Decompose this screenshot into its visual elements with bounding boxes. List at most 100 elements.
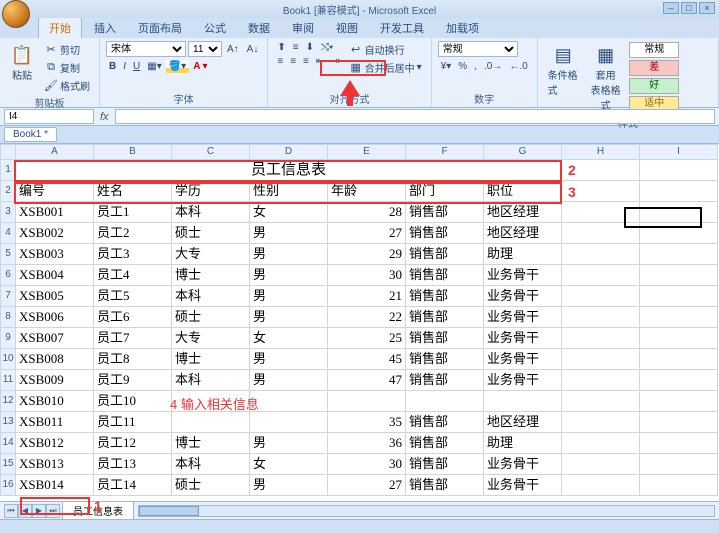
cell[interactable]: 29 [328, 244, 406, 265]
row-head-1[interactable]: 1 [0, 160, 16, 181]
formula-bar[interactable] [115, 109, 715, 124]
cell[interactable]: 销售部 [406, 328, 484, 349]
cell[interactable]: XSB006 [16, 307, 94, 328]
cell[interactable]: 性别 [250, 181, 328, 202]
cell[interactable]: XSB013 [16, 454, 94, 475]
cell[interactable]: 硕士 [172, 475, 250, 496]
percent-button[interactable]: % [455, 60, 470, 73]
cell[interactable]: XSB002 [16, 223, 94, 244]
paste-button[interactable]: 📋 粘贴 [6, 41, 38, 84]
cell[interactable]: 30 [328, 265, 406, 286]
cell[interactable]: XSB014 [16, 475, 94, 496]
fx-icon[interactable]: fx [100, 111, 109, 123]
cell[interactable] [562, 412, 640, 433]
col-head-B[interactable]: B [94, 144, 172, 160]
style-good[interactable]: 好 [629, 78, 679, 94]
cell[interactable]: 男 [250, 244, 328, 265]
cell[interactable]: XSB003 [16, 244, 94, 265]
cell[interactable]: 本科 [172, 286, 250, 307]
cell[interactable] [562, 370, 640, 391]
align-middle-button[interactable]: ≡ [290, 41, 302, 54]
orientation-button[interactable]: ⤭▾ [318, 41, 336, 54]
cell[interactable]: 男 [250, 223, 328, 244]
cell[interactable]: 男 [250, 349, 328, 370]
indent-dec-button[interactable]: ⇤ [313, 55, 327, 68]
cell[interactable]: 销售部 [406, 286, 484, 307]
cell[interactable]: XSB011 [16, 412, 94, 433]
cell[interactable] [640, 433, 718, 454]
underline-button[interactable]: U [130, 60, 143, 73]
cell[interactable] [172, 412, 250, 433]
cell[interactable]: 编号 [16, 181, 94, 202]
cell[interactable]: 硕士 [172, 307, 250, 328]
cell[interactable]: 业务骨干 [484, 454, 562, 475]
cell[interactable] [640, 328, 718, 349]
cell[interactable] [640, 181, 718, 202]
cell[interactable]: 销售部 [406, 202, 484, 223]
row-head-9[interactable]: 9 [0, 328, 16, 349]
cell[interactable]: 职位 [484, 181, 562, 202]
grid-area[interactable]: ABCDEFGHI 12345678910111213141516 员工信息表编… [0, 144, 719, 504]
cell[interactable]: 学历 [172, 181, 250, 202]
cell[interactable] [640, 286, 718, 307]
cell[interactable]: 男 [250, 265, 328, 286]
cell[interactable]: 销售部 [406, 370, 484, 391]
cell[interactable]: 地区经理 [484, 412, 562, 433]
fill-color-button[interactable]: 🪣▾ [166, 60, 189, 73]
row-head-2[interactable]: 2 [0, 181, 16, 202]
currency-button[interactable]: ¥▾ [438, 60, 455, 73]
cell[interactable]: 30 [328, 454, 406, 475]
col-head-E[interactable]: E [328, 144, 406, 160]
format-painter-button[interactable]: 🖌格式刷 [41, 77, 93, 94]
grow-font-button[interactable]: A↑ [224, 41, 242, 57]
cell[interactable]: 员工13 [94, 454, 172, 475]
cell[interactable]: 27 [328, 223, 406, 244]
cell[interactable]: 员工7 [94, 328, 172, 349]
cell[interactable]: 销售部 [406, 265, 484, 286]
tab-home[interactable]: 开始 [38, 17, 82, 38]
row-head-3[interactable]: 3 [0, 202, 16, 223]
cell[interactable]: XSB010 [16, 391, 94, 412]
cell[interactable]: XSB001 [16, 202, 94, 223]
cell[interactable]: 员工8 [94, 349, 172, 370]
italic-button[interactable]: I [120, 60, 129, 73]
minimize-button[interactable]: – [663, 2, 679, 14]
cell[interactable] [562, 349, 640, 370]
cell[interactable]: 硕士 [172, 223, 250, 244]
cell[interactable]: 本科 [172, 370, 250, 391]
cell[interactable]: 27 [328, 475, 406, 496]
align-center-button[interactable]: ≡ [287, 55, 299, 68]
cell[interactable] [406, 391, 484, 412]
cell[interactable]: 销售部 [406, 475, 484, 496]
cell[interactable]: 本科 [172, 202, 250, 223]
col-head-G[interactable]: G [484, 144, 562, 160]
shrink-font-button[interactable]: A↓ [244, 41, 262, 57]
border-button[interactable]: ▦▾ [144, 60, 164, 73]
cell[interactable]: 员工14 [94, 475, 172, 496]
cell[interactable]: 销售部 [406, 349, 484, 370]
cell[interactable] [562, 475, 640, 496]
row-head-10[interactable]: 10 [0, 349, 16, 370]
cell[interactable]: 28 [328, 202, 406, 223]
row-head-4[interactable]: 4 [0, 223, 16, 244]
row-head-15[interactable]: 15 [0, 454, 16, 475]
scrollbar-thumb[interactable] [139, 506, 199, 516]
tab-review[interactable]: 审阅 [282, 18, 324, 38]
maximize-button[interactable]: □ [681, 2, 697, 14]
cell[interactable]: 22 [328, 307, 406, 328]
cell[interactable] [640, 244, 718, 265]
align-bottom-button[interactable]: ⬇ [303, 41, 317, 54]
wrap-text-button[interactable]: ↩自动换行 [346, 41, 425, 58]
merge-center-button[interactable]: ▦合并后居中▾ [346, 59, 425, 76]
row-head-16[interactable]: 16 [0, 475, 16, 496]
cell[interactable]: 大专 [172, 244, 250, 265]
sheet-nav-prev[interactable]: ◀ [18, 504, 32, 518]
cell[interactable]: 销售部 [406, 433, 484, 454]
cell[interactable]: 女 [250, 328, 328, 349]
cell[interactable]: 女 [250, 454, 328, 475]
number-format-select[interactable]: 常规 [438, 41, 518, 57]
indent-inc-button[interactable]: ⇥ [328, 55, 342, 68]
inc-decimal-button[interactable]: .0→ [481, 60, 505, 73]
row-head-11[interactable]: 11 [0, 370, 16, 391]
cell[interactable]: 员工12 [94, 433, 172, 454]
